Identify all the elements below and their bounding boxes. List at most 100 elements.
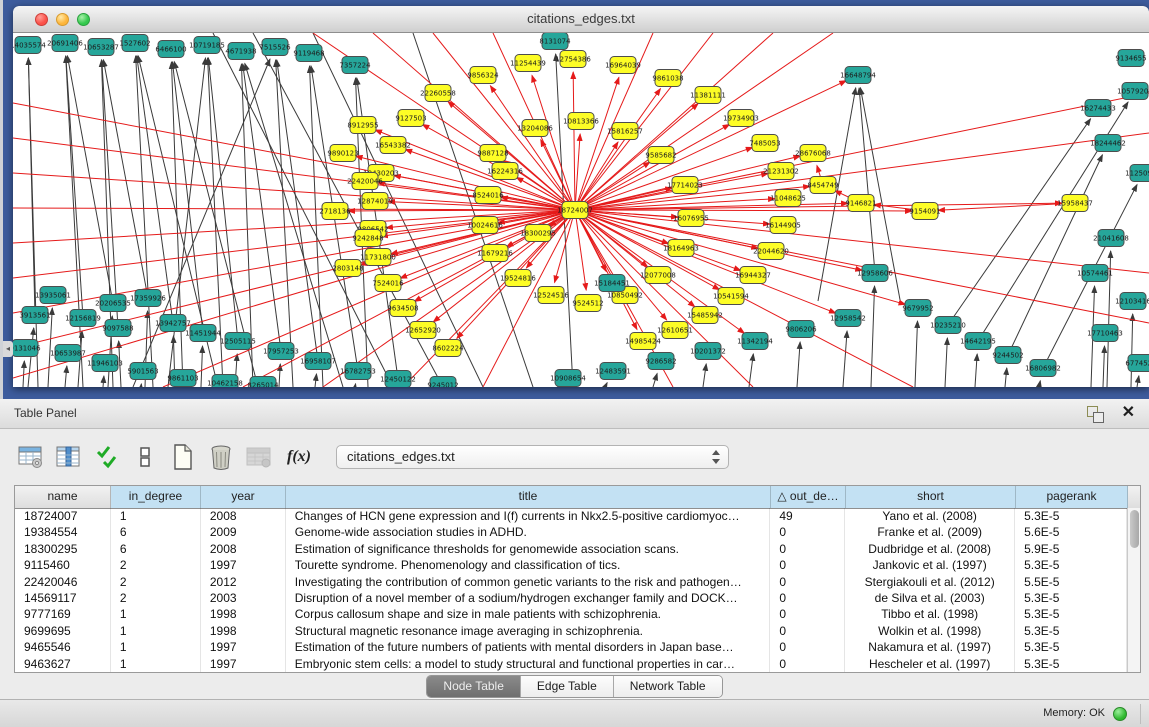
table-row[interactable]: 1830029562008Estimation of significance …: [15, 541, 1127, 557]
table-cell[interactable]: 5.3E-5: [1015, 656, 1127, 672]
table-cell[interactable]: 14569117: [15, 590, 111, 606]
table-cell[interactable]: Changes of HCN gene expression and I(f) …: [286, 508, 771, 524]
tab-node-table[interactable]: Node Table: [427, 676, 521, 697]
table-cell[interactable]: 5.3E-5: [1015, 590, 1127, 606]
table-cell[interactable]: 2: [111, 574, 201, 590]
table-row[interactable]: 977716911998Corpus callosum shape and si…: [15, 606, 1127, 622]
tab-edge-table[interactable]: Edge Table: [521, 676, 614, 697]
table-cell[interactable]: 9699695: [15, 623, 111, 639]
select-all-button[interactable]: [92, 442, 122, 472]
table-cell[interactable]: 2: [111, 557, 201, 573]
close-panel-icon[interactable]: ✕: [1122, 402, 1135, 422]
scrollbar-thumb[interactable]: [1130, 510, 1139, 548]
table-cell[interactable]: 2008: [201, 541, 286, 557]
table-cell[interactable]: 5.5E-5: [1015, 574, 1127, 590]
table-row[interactable]: 1456911722003Disruption of a novel membe…: [15, 590, 1127, 606]
column-header-in_degree[interactable]: in_degree: [111, 486, 201, 508]
table-cell[interactable]: 1: [111, 508, 201, 524]
table-cell[interactable]: 5.3E-5: [1015, 639, 1127, 655]
table-cell[interactable]: 5.3E-5: [1015, 557, 1127, 573]
table-cell[interactable]: 1998: [201, 623, 286, 639]
table-cell[interactable]: 5.3E-5: [1015, 508, 1127, 524]
table-cell[interactable]: Investigating the contribution of common…: [286, 574, 771, 590]
table-cell[interactable]: Stergiakouli et al. (2012): [845, 574, 1015, 590]
column-header-short[interactable]: short: [846, 486, 1016, 508]
table-cell[interactable]: 0: [770, 639, 845, 655]
table-cell[interactable]: 5.6E-5: [1015, 524, 1127, 540]
function-builder-button[interactable]: f(x): [282, 442, 316, 472]
table-cell[interactable]: 5.3E-5: [1015, 606, 1127, 622]
table-row[interactable]: 1938455462009Genome-wide association stu…: [15, 524, 1127, 540]
table-cell[interactable]: Corpus callosum shape and size in male p…: [286, 606, 771, 622]
table-cell[interactable]: Disruption of a novel member of a sodium…: [286, 590, 771, 606]
table-cell[interactable]: Nakamura et al. (1997): [845, 639, 1015, 655]
table-cell[interactable]: 0: [770, 524, 845, 540]
table-cell[interactable]: 18724007: [15, 508, 111, 524]
table-cell[interactable]: 22420046: [15, 574, 111, 590]
table-row[interactable]: 1872400712008Changes of HCN gene express…: [15, 508, 1127, 524]
table-cell[interactable]: 9463627: [15, 656, 111, 672]
table-row[interactable]: 969969511998Structural magnetic resonanc…: [15, 623, 1127, 639]
column-header-out_de[interactable]: △ out_de…: [771, 486, 846, 508]
delete-table-button[interactable]: [244, 442, 274, 472]
network-selector[interactable]: citations_edges.txt: [336, 445, 729, 469]
table-scrollbar[interactable]: [1127, 508, 1140, 672]
table-cell[interactable]: 1997: [201, 656, 286, 672]
table-cell[interactable]: 18300295: [15, 541, 111, 557]
panel-collapse-arrow-icon[interactable]: ◂: [3, 341, 13, 357]
table-cell[interactable]: Estimation of significance thresholds fo…: [286, 541, 771, 557]
table-cell[interactable]: 9777169: [15, 606, 111, 622]
float-panel-icon[interactable]: [1087, 406, 1103, 422]
network-window-titlebar[interactable]: citations_edges.txt: [13, 6, 1149, 33]
column-header-pagerank[interactable]: pagerank: [1016, 486, 1128, 508]
table-row[interactable]: 946362711997Embryonic stem cells: a mode…: [15, 656, 1127, 672]
table-row[interactable]: 946554611997Estimation of the future num…: [15, 639, 1127, 655]
table-cell[interactable]: de Silva et al. (2003): [845, 590, 1015, 606]
table-cell[interactable]: 2: [111, 590, 201, 606]
table-cell[interactable]: Tibbo et al. (1998): [845, 606, 1015, 622]
create-column-button[interactable]: [168, 442, 198, 472]
show-columns-button[interactable]: [54, 442, 84, 472]
table-cell[interactable]: 0: [770, 541, 845, 557]
memory-status-indicator[interactable]: [1113, 707, 1127, 721]
table-cell[interactable]: Wolkin et al. (1998): [845, 623, 1015, 639]
table-cell[interactable]: 6: [111, 541, 201, 557]
table-cell[interactable]: 0: [770, 557, 845, 573]
column-header-title[interactable]: title: [286, 486, 771, 508]
unselect-all-button[interactable]: [130, 442, 160, 472]
tab-network-table[interactable]: Network Table: [614, 676, 722, 697]
table-cell[interactable]: 6: [111, 524, 201, 540]
table-settings-button[interactable]: [16, 442, 46, 472]
table-cell[interactable]: Estimation of the future numbers of pati…: [286, 639, 771, 655]
table-row[interactable]: 911546021997Tourette syndrome. Phenomeno…: [15, 557, 1127, 573]
table-cell[interactable]: 0: [770, 623, 845, 639]
table-cell[interactable]: Franke et al. (2009): [845, 524, 1015, 540]
table-cell[interactable]: 9465546: [15, 639, 111, 655]
table-cell[interactable]: 2012: [201, 574, 286, 590]
table-cell[interactable]: 0: [770, 656, 845, 672]
table-cell[interactable]: 0: [770, 574, 845, 590]
table-cell[interactable]: Embryonic stem cells: a model to study s…: [286, 656, 771, 672]
column-header-year[interactable]: year: [201, 486, 286, 508]
citation-network-graph[interactable]: 1872400722260558912750316543382104302031…: [13, 33, 1149, 387]
table-cell[interactable]: 1997: [201, 557, 286, 573]
table-cell[interactable]: 1: [111, 639, 201, 655]
table-cell[interactable]: 2009: [201, 524, 286, 540]
table-cell[interactable]: 1998: [201, 606, 286, 622]
table-cell[interactable]: 2003: [201, 590, 286, 606]
table-cell[interactable]: 9115460: [15, 557, 111, 573]
table-cell[interactable]: 5.3E-5: [1015, 623, 1127, 639]
table-cell[interactable]: Hescheler et al. (1997): [845, 656, 1015, 672]
table-cell[interactable]: Structural magnetic resonance image aver…: [286, 623, 771, 639]
table-cell[interactable]: Jankovic et al. (1997): [845, 557, 1015, 573]
delete-column-button[interactable]: [206, 442, 236, 472]
table-cell[interactable]: Tourette syndrome. Phenomenology and cla…: [286, 557, 771, 573]
table-cell[interactable]: 2008: [201, 508, 286, 524]
table-cell[interactable]: 1997: [201, 639, 286, 655]
table-cell[interactable]: Dudbridge et al. (2008): [845, 541, 1015, 557]
table-cell[interactable]: 1: [111, 656, 201, 672]
table-cell[interactable]: 0: [770, 590, 845, 606]
table-cell[interactable]: 0: [770, 606, 845, 622]
table-cell[interactable]: 49: [770, 508, 845, 524]
table-cell[interactable]: Genome-wide association studies in ADHD.: [286, 524, 771, 540]
